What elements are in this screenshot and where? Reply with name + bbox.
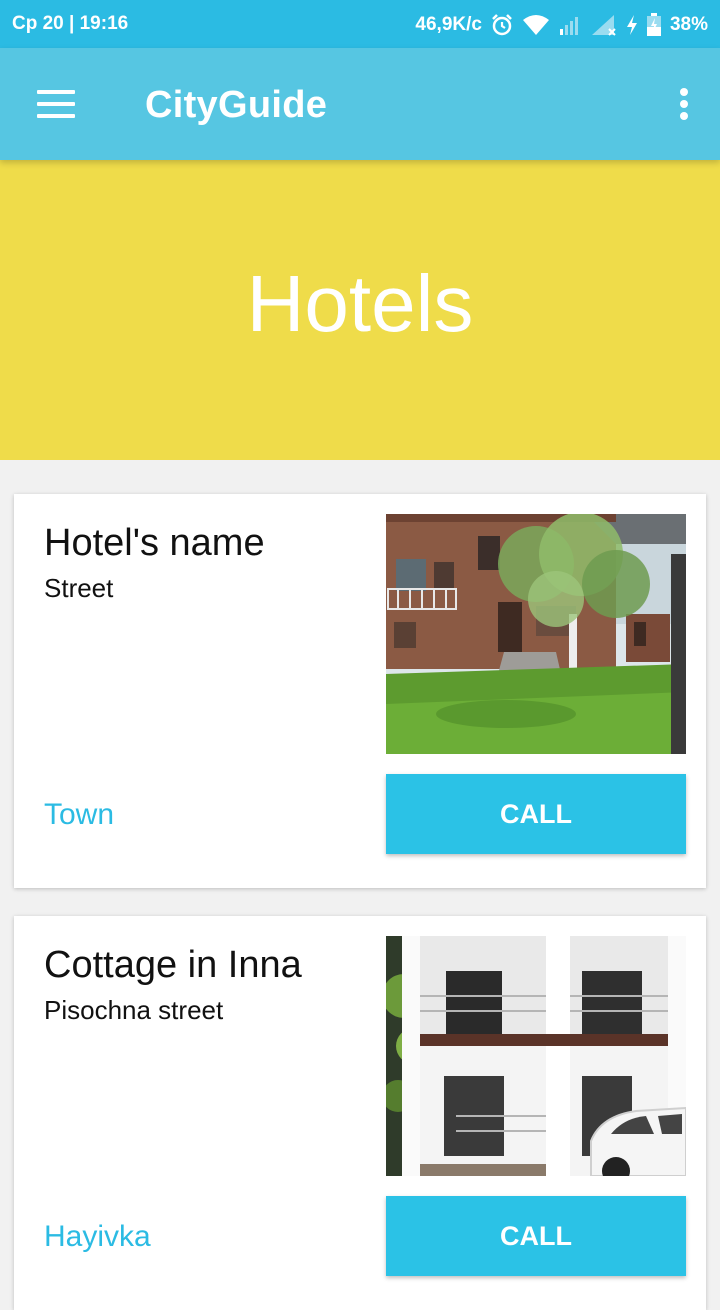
- signal-off-icon: [591, 15, 616, 36]
- status-indicators: 46,9K/c 38%: [415, 13, 708, 37]
- app-title: CityGuide: [145, 84, 328, 126]
- net-speed-text: 46,9K/c: [415, 14, 482, 35]
- category-header: Hotels: [0, 160, 720, 460]
- signal-icon: [559, 17, 578, 35]
- hotel-name: Hotel's name: [44, 522, 265, 564]
- call-button[interactable]: CALL: [386, 1196, 686, 1276]
- hotel-card: Cottage in Inna Pisochna street Hayivka: [14, 916, 706, 1310]
- category-title: Hotels: [246, 259, 474, 348]
- hotel-photo: [386, 936, 686, 1176]
- hotel-street: Street: [44, 573, 114, 603]
- battery-percent: 38%: [669, 14, 708, 35]
- hotel-town-link[interactable]: Hayivka: [44, 1220, 151, 1254]
- status-clock: Ср 20 | 19:16: [12, 13, 129, 34]
- call-button[interactable]: CALL: [386, 774, 686, 854]
- hotel-street: Pisochna street: [44, 995, 224, 1025]
- hotel-photo: [386, 514, 686, 754]
- hotel-name: Cottage in Inna: [44, 944, 302, 986]
- hotel-town-link[interactable]: Town: [44, 798, 114, 832]
- hotel-card: Hotel's name Street Town CALL: [14, 494, 706, 888]
- battery-icon: [646, 13, 661, 36]
- status-bar: Ср 20 | 19:16 46,9K/c 38%: [0, 0, 720, 48]
- wifi-icon: [522, 15, 549, 35]
- more-vert-icon[interactable]: [672, 82, 696, 126]
- hamburger-menu-icon[interactable]: [30, 84, 82, 124]
- alarm-icon: [492, 14, 512, 36]
- app-bar: CityGuide: [0, 48, 720, 160]
- charging-icon: [626, 15, 637, 35]
